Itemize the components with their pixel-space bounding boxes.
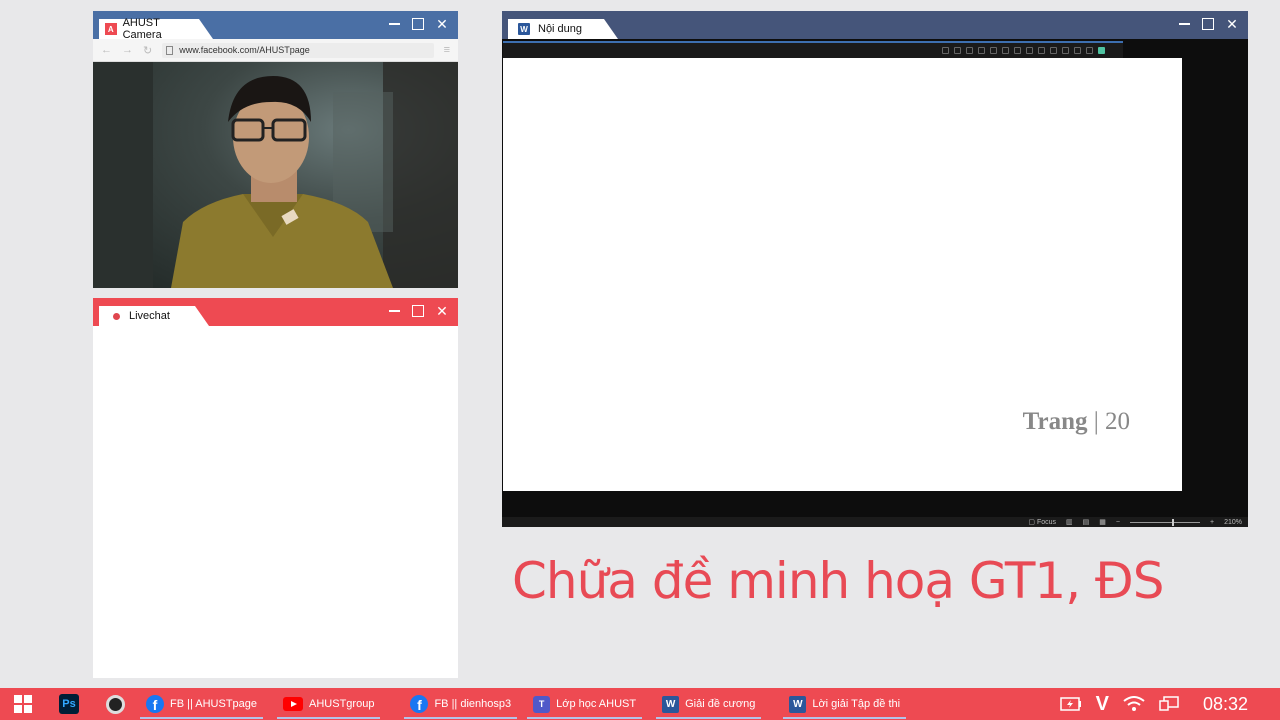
browser-toolbar: ← → ↻ www.facebook.com/AHUSTpage ≡: [93, 39, 458, 62]
v-app-icon[interactable]: V: [1096, 693, 1109, 716]
network-display-icon[interactable]: [1159, 696, 1179, 712]
camera-feed: [93, 62, 458, 288]
start-button[interactable]: [0, 688, 46, 720]
livechat-body[interactable]: [93, 326, 458, 678]
toolbar-tool-icon[interactable]: [1074, 47, 1081, 54]
page-number: 20: [1105, 408, 1130, 435]
taskbar-item-label: FB || AHUSTpage: [170, 698, 258, 710]
maximize-icon[interactable]: [408, 302, 428, 320]
close-icon[interactable]: ✕: [432, 302, 452, 320]
toolbar-tool-icon[interactable]: [966, 47, 973, 54]
toolbar-tool-icon[interactable]: [1002, 47, 1009, 54]
obs-button[interactable]: [92, 688, 138, 720]
print-layout-icon[interactable]: ▤: [1083, 518, 1090, 526]
photoshop-button[interactable]: Ps: [46, 688, 92, 720]
toolbar-tool-icon[interactable]: [954, 47, 961, 54]
taskbar-item-fb-ahustpage[interactable]: f FB || AHUSTpage: [138, 688, 265, 720]
camera-window: A AHUST Camera ✕ ← → ↻ www.facebook.com/…: [93, 11, 458, 288]
page-icon: [166, 45, 174, 55]
zoom-out-icon[interactable]: −: [1116, 519, 1120, 526]
livechat-window: Livechat ✕: [93, 298, 458, 678]
livechat-tab-title: Livechat: [129, 310, 170, 322]
toolbar-tool-icon[interactable]: [1014, 47, 1021, 54]
taskbar-item-label: AHUSTgroup: [309, 698, 375, 710]
ahust-logo-icon: A: [105, 23, 117, 35]
content-window: W Nội dung ✕ Trang | 20 ▢ Focus ▥ ▤ ▦ − …: [502, 11, 1248, 527]
maximize-icon[interactable]: [1198, 15, 1218, 33]
zoom-slider[interactable]: [1130, 518, 1200, 526]
taskbar-item-label: Lớp học AHUST: [556, 698, 637, 710]
zoom-level[interactable]: 210%: [1224, 519, 1242, 526]
toolbar-active-tool-icon[interactable]: [1098, 47, 1105, 54]
taskbar-item-label: Giải đề cương: [685, 698, 756, 710]
content-titlebar[interactable]: W Nội dung ✕: [502, 11, 1248, 39]
taskbar-item-loi-giai[interactable]: W Lời giải Tập đề thi: [781, 688, 908, 720]
camera-titlebar[interactable]: A AHUST Camera ✕: [93, 11, 458, 41]
minimize-icon[interactable]: [1174, 15, 1194, 33]
facebook-icon: f: [146, 695, 164, 713]
document-area: Trang | 20 ▢ Focus ▥ ▤ ▦ − + 210%: [502, 39, 1248, 527]
obs-icon: [105, 694, 125, 714]
word-icon: W: [789, 695, 807, 713]
content-tab-title: Nội dung: [538, 23, 583, 35]
word-status-bar: ▢ Focus ▥ ▤ ▦ − + 210%: [502, 517, 1248, 527]
address-bar-url: www.facebook.com/AHUSTpage: [179, 45, 310, 55]
maximize-icon[interactable]: [408, 15, 428, 33]
toolbar-tool-icon[interactable]: [1062, 47, 1069, 54]
word-icon: W: [662, 695, 680, 713]
taskbar-item-lop-hoc[interactable]: T Lớp học AHUST: [525, 688, 644, 720]
taskbar-item-giai-de-cuong[interactable]: W Giải đề cương: [654, 688, 763, 720]
livechat-titlebar[interactable]: Livechat ✕: [93, 298, 458, 326]
minimize-icon[interactable]: [384, 15, 404, 33]
taskbar-item-label: FB || dienhosp3: [434, 698, 512, 710]
back-arrow-icon[interactable]: ←: [101, 44, 112, 56]
youtube-icon: [283, 697, 304, 711]
focus-button[interactable]: ▢ Focus: [1028, 518, 1056, 526]
facebook-icon: f: [410, 695, 429, 713]
camera-tab[interactable]: A AHUST Camera: [99, 17, 213, 41]
toolbar-tool-icon[interactable]: [1086, 47, 1093, 54]
content-tab[interactable]: W Nội dung: [508, 19, 618, 39]
camera-tab-title: AHUST Camera: [122, 17, 162, 41]
web-layout-icon[interactable]: ▦: [1099, 518, 1106, 526]
minimize-icon[interactable]: [384, 302, 404, 320]
forward-arrow-icon[interactable]: →: [122, 44, 133, 56]
close-icon[interactable]: ✕: [432, 15, 452, 33]
taskbar: Ps f FB || AHUSTpage AHUSTgroup f FB || …: [0, 688, 1280, 720]
taskbar-item-ahustgroup[interactable]: AHUSTgroup: [275, 688, 382, 720]
taskbar-item-label: Lời giải Tập đề thi: [812, 698, 901, 710]
zoom-in-icon[interactable]: +: [1210, 519, 1214, 526]
toolbar-tool-icon[interactable]: [1038, 47, 1045, 54]
presenter-video: [93, 62, 458, 288]
battery-icon[interactable]: [1059, 697, 1082, 711]
page-label: Trang: [1022, 408, 1088, 435]
document-page[interactable]: Trang | 20: [503, 58, 1182, 491]
menu-icon[interactable]: ≡: [444, 44, 450, 56]
taskbar-item-fb-dienhosp3[interactable]: f FB || dienhosp3: [402, 688, 519, 720]
system-tray: V 08:32: [1059, 688, 1280, 720]
lesson-headline: Chữa đề minh hoạ GT1, ĐS: [512, 552, 1164, 610]
live-dot-icon: [113, 312, 120, 320]
teams-icon: T: [533, 695, 551, 713]
close-icon[interactable]: ✕: [1222, 15, 1242, 33]
read-mode-icon[interactable]: ▥: [1066, 518, 1073, 526]
page-footer: Trang | 20: [1023, 408, 1130, 436]
wifi-icon[interactable]: [1123, 696, 1145, 712]
toolbar-tool-icon[interactable]: [942, 47, 949, 54]
toolbar-tool-icon[interactable]: [1050, 47, 1057, 54]
photoshop-icon: Ps: [59, 694, 79, 714]
address-bar[interactable]: www.facebook.com/AHUSTpage: [162, 42, 434, 58]
toolbar-tool-icon[interactable]: [1026, 47, 1033, 54]
word-icon: W: [518, 23, 530, 35]
livechat-tab[interactable]: Livechat: [99, 306, 209, 326]
clock[interactable]: 08:32: [1203, 694, 1248, 715]
reload-icon[interactable]: ↻: [143, 44, 152, 57]
toolbar-tool-icon[interactable]: [978, 47, 985, 54]
focus-label: Focus: [1036, 519, 1057, 526]
toolbar-tool-icon[interactable]: [990, 47, 997, 54]
page-separator: |: [1093, 408, 1099, 435]
word-quick-toolbar: [503, 41, 1123, 58]
windows-icon: [14, 695, 32, 713]
